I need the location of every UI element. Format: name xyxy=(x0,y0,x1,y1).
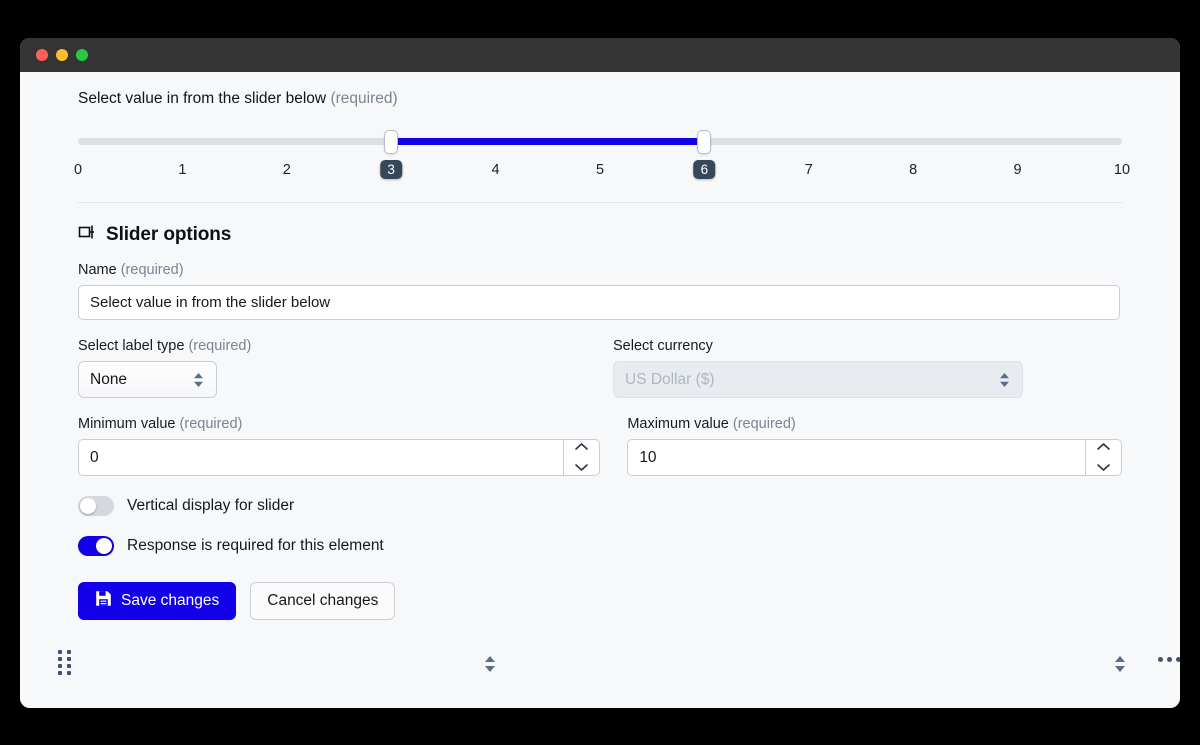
slider-tick-label: 9 xyxy=(1013,162,1022,178)
slider-value-badge: 6 xyxy=(693,160,716,179)
preview-required-hint: (required) xyxy=(330,90,398,107)
minimum-label-text: Minimum value xyxy=(78,416,176,432)
save-icon xyxy=(95,590,112,612)
label-type-label: Select label type (required) xyxy=(78,338,613,354)
currency-group: Select currency US Dollar ($) xyxy=(613,338,1120,398)
maximum-value-input[interactable] xyxy=(627,439,1085,476)
preview-question-text: Select value in from the slider below xyxy=(78,90,327,107)
slider-icon xyxy=(78,223,96,246)
chevron-up-icon[interactable] xyxy=(1096,438,1111,456)
save-changes-button[interactable]: Save changes xyxy=(78,582,237,620)
zoom-window-button[interactable] xyxy=(76,49,88,61)
minimum-stepper-buttons[interactable] xyxy=(563,439,600,476)
minimum-value-label: Minimum value (required) xyxy=(78,416,600,432)
slider-active-range xyxy=(391,138,705,145)
cancel-button-label: Cancel changes xyxy=(267,592,379,609)
slider-preview: Select value in from the slider below (r… xyxy=(20,72,1180,190)
name-required-hint: (required) xyxy=(120,262,184,278)
close-window-button[interactable] xyxy=(36,49,48,61)
name-field-label: Name (required) xyxy=(78,262,1122,278)
response-required-toggle-label: Response is required for this element xyxy=(127,537,384,554)
chevron-updown-icon xyxy=(192,371,205,389)
slider-tick-label: 0 xyxy=(73,162,83,178)
minimum-value-group: Minimum value (required) xyxy=(78,416,600,476)
slider-tick-labels: 0 1 2 3 4 5 6 7 8 9 10 xyxy=(74,160,1130,186)
window-content: Select value in from the slider below (r… xyxy=(20,72,1180,708)
chevron-up-icon[interactable] xyxy=(574,438,589,456)
label-type-sort-chevron-icon[interactable] xyxy=(483,654,497,679)
app-window: Select value in from the slider below (r… xyxy=(20,38,1180,708)
maximum-required-hint: (required) xyxy=(732,416,796,432)
more-options-button[interactable] xyxy=(1158,657,1180,662)
currency-select: US Dollar ($) xyxy=(613,361,1023,398)
maximum-value-label: Maximum value (required) xyxy=(627,416,1122,432)
slider-value-badge: 3 xyxy=(380,160,402,179)
slider-tick-label: 10 xyxy=(1113,162,1131,178)
currency-label: Select currency xyxy=(613,338,1120,354)
slider-tick-label: 5 xyxy=(595,162,605,178)
slider-thumb-low[interactable] xyxy=(384,130,399,154)
vertical-display-toggle[interactable] xyxy=(78,496,114,516)
chevron-updown-icon xyxy=(998,371,1011,389)
name-input[interactable] xyxy=(78,285,1120,320)
preview-question-label: Select value in from the slider below (r… xyxy=(78,90,1122,108)
range-slider[interactable]: 0 1 2 3 4 5 6 7 8 9 10 xyxy=(74,130,1130,190)
label-type-required-hint: (required) xyxy=(188,338,252,354)
label-type-select[interactable]: None xyxy=(78,361,217,398)
slider-options-form: Name (required) Select label type (requi… xyxy=(20,246,1180,675)
maximum-value-group: Maximum value (required) xyxy=(627,416,1122,476)
response-required-toggle[interactable] xyxy=(78,536,114,556)
label-type-group: Select label type (required) None xyxy=(78,338,613,398)
drag-handle[interactable] xyxy=(58,650,71,675)
slider-options-header: Slider options xyxy=(20,203,1180,246)
save-button-label: Save changes xyxy=(121,592,220,609)
maximum-stepper-buttons[interactable] xyxy=(1085,439,1122,476)
minimum-value-input[interactable] xyxy=(78,439,563,476)
maximum-value-stepper[interactable] xyxy=(627,439,1122,476)
label-type-label-text: Select label type xyxy=(78,338,185,354)
slider-tick-label: 4 xyxy=(491,162,500,178)
vertical-display-toggle-row: Vertical display for slider xyxy=(78,496,1122,516)
minimum-value-stepper[interactable] xyxy=(78,439,600,476)
label-type-value: None xyxy=(90,370,128,388)
minimize-window-button[interactable] xyxy=(56,49,68,61)
window-titlebar xyxy=(20,38,1180,72)
section-title: Slider options xyxy=(106,223,232,245)
cancel-changes-button[interactable]: Cancel changes xyxy=(250,582,396,620)
slider-tick-label: 2 xyxy=(282,162,291,178)
response-required-toggle-row: Response is required for this element xyxy=(78,536,1122,556)
slider-thumb-high[interactable] xyxy=(697,130,712,154)
chevron-down-icon[interactable] xyxy=(1096,459,1111,477)
slider-tick-label: 1 xyxy=(178,162,187,178)
slider-tick-label: 7 xyxy=(804,162,813,178)
minimum-required-hint: (required) xyxy=(179,416,243,432)
vertical-display-toggle-label: Vertical display for slider xyxy=(127,497,295,514)
maximum-label-text: Maximum value xyxy=(627,416,729,432)
currency-value: US Dollar ($) xyxy=(625,370,715,388)
chevron-down-icon[interactable] xyxy=(574,459,589,477)
name-label-text: Name xyxy=(78,262,117,278)
currency-label-text: Select currency xyxy=(613,338,713,354)
row-sort-chevron-icon[interactable] xyxy=(1113,654,1127,679)
form-actions: Save changes Cancel changes xyxy=(78,582,1122,620)
slider-tick-label: 8 xyxy=(909,162,918,178)
